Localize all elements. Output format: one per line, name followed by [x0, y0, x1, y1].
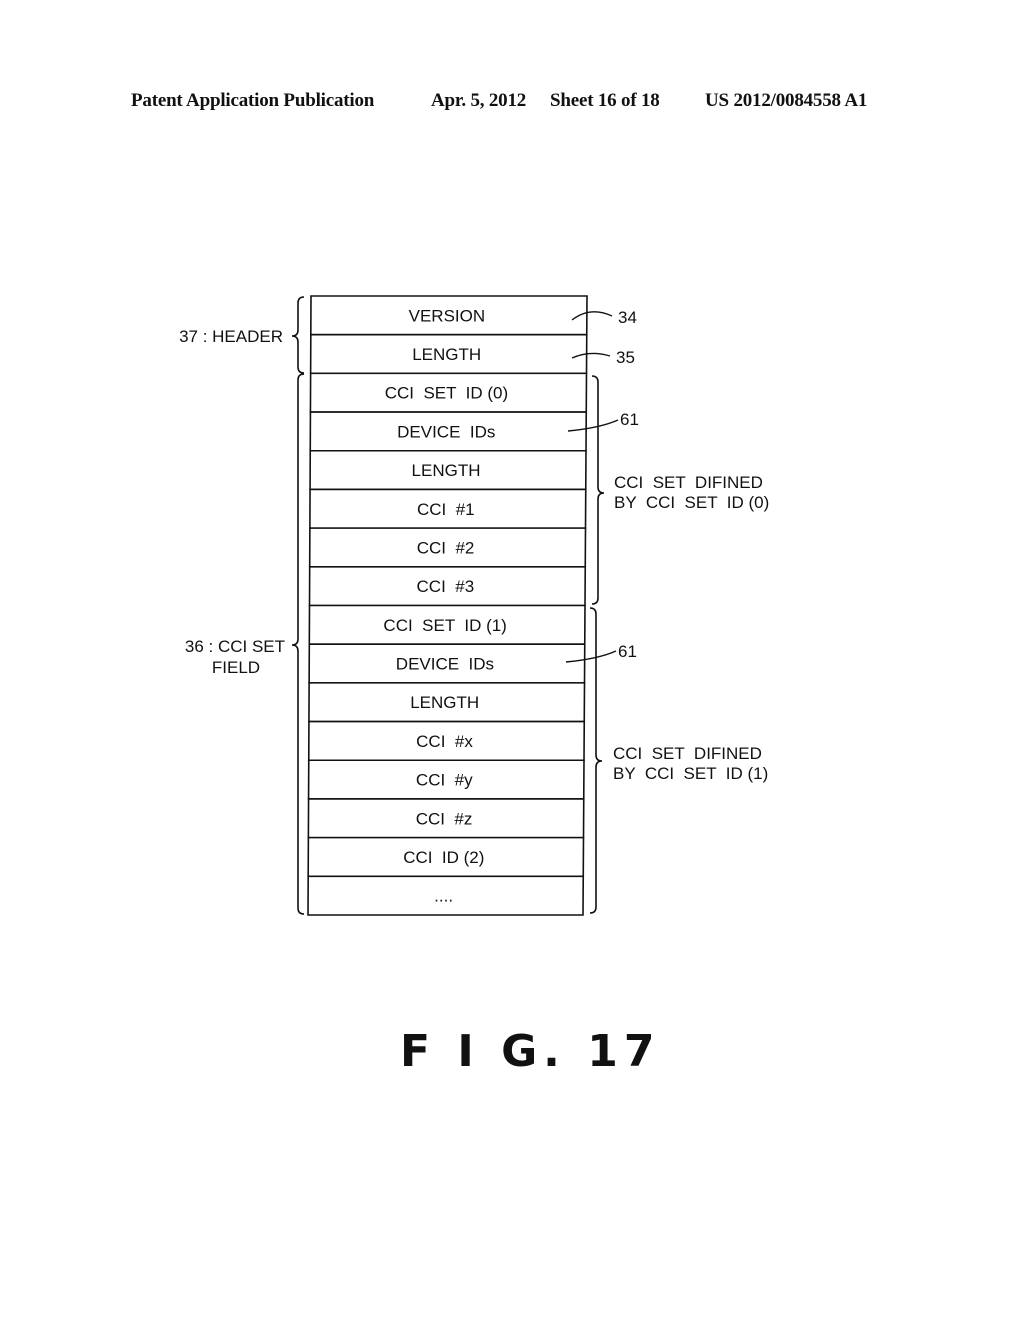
field-label: LENGTH [412, 461, 481, 480]
cci-set-1-brace [589, 607, 603, 914]
field-label: CCI SET ID (1) [383, 616, 506, 635]
field-label: CCI #1 [417, 500, 475, 519]
field-label: LENGTH [412, 345, 481, 364]
set0-description-line1: CCI SET DIFINED [614, 473, 763, 492]
cci-set-field-brace [291, 373, 305, 915]
header-brace [291, 296, 305, 374]
ref-34: 34 [618, 308, 637, 327]
data-structure-diagram: VERSION LENGTH CCI SET ID (0) DEVICE IDs LEN… [179, 295, 769, 916]
figure-title: F I G. 17 [400, 1026, 661, 1077]
cci-set-field-label-line2: FIELD [212, 658, 260, 677]
cci-set-field-label-line1: 36 : CCI SET [185, 637, 285, 656]
field-table: VERSION LENGTH CCI SET ID (0) DEVICE IDs LEN… [307, 295, 588, 916]
ref-35: 35 [616, 348, 635, 367]
ref-61-set1: 61 [618, 642, 637, 661]
field-label: CCI #y [416, 771, 473, 790]
field-label: VERSION [409, 306, 486, 325]
field-label: CCI #3 [417, 577, 475, 596]
field-label: CCI #x [416, 732, 473, 751]
field-label: LENGTH [410, 693, 479, 712]
field-label: CCI ID (2) [403, 848, 484, 867]
ref-61-set0: 61 [620, 410, 639, 429]
header-label: 37 : HEADER [179, 327, 283, 346]
field-label: CCI SET ID (0) [385, 384, 508, 403]
field-label: DEVICE IDs [397, 422, 495, 441]
field-label: CCI #2 [417, 538, 475, 557]
field-label: .... [434, 887, 453, 906]
cci-set-0-brace [591, 375, 605, 605]
set1-description-line1: CCI SET DIFINED [613, 744, 762, 763]
field-label: DEVICE IDs [396, 655, 494, 674]
field-label: CCI #z [416, 809, 473, 828]
set0-description-line2: BY CCI SET ID (0) [614, 493, 769, 512]
set1-description-line2: BY CCI SET ID (1) [613, 764, 768, 783]
